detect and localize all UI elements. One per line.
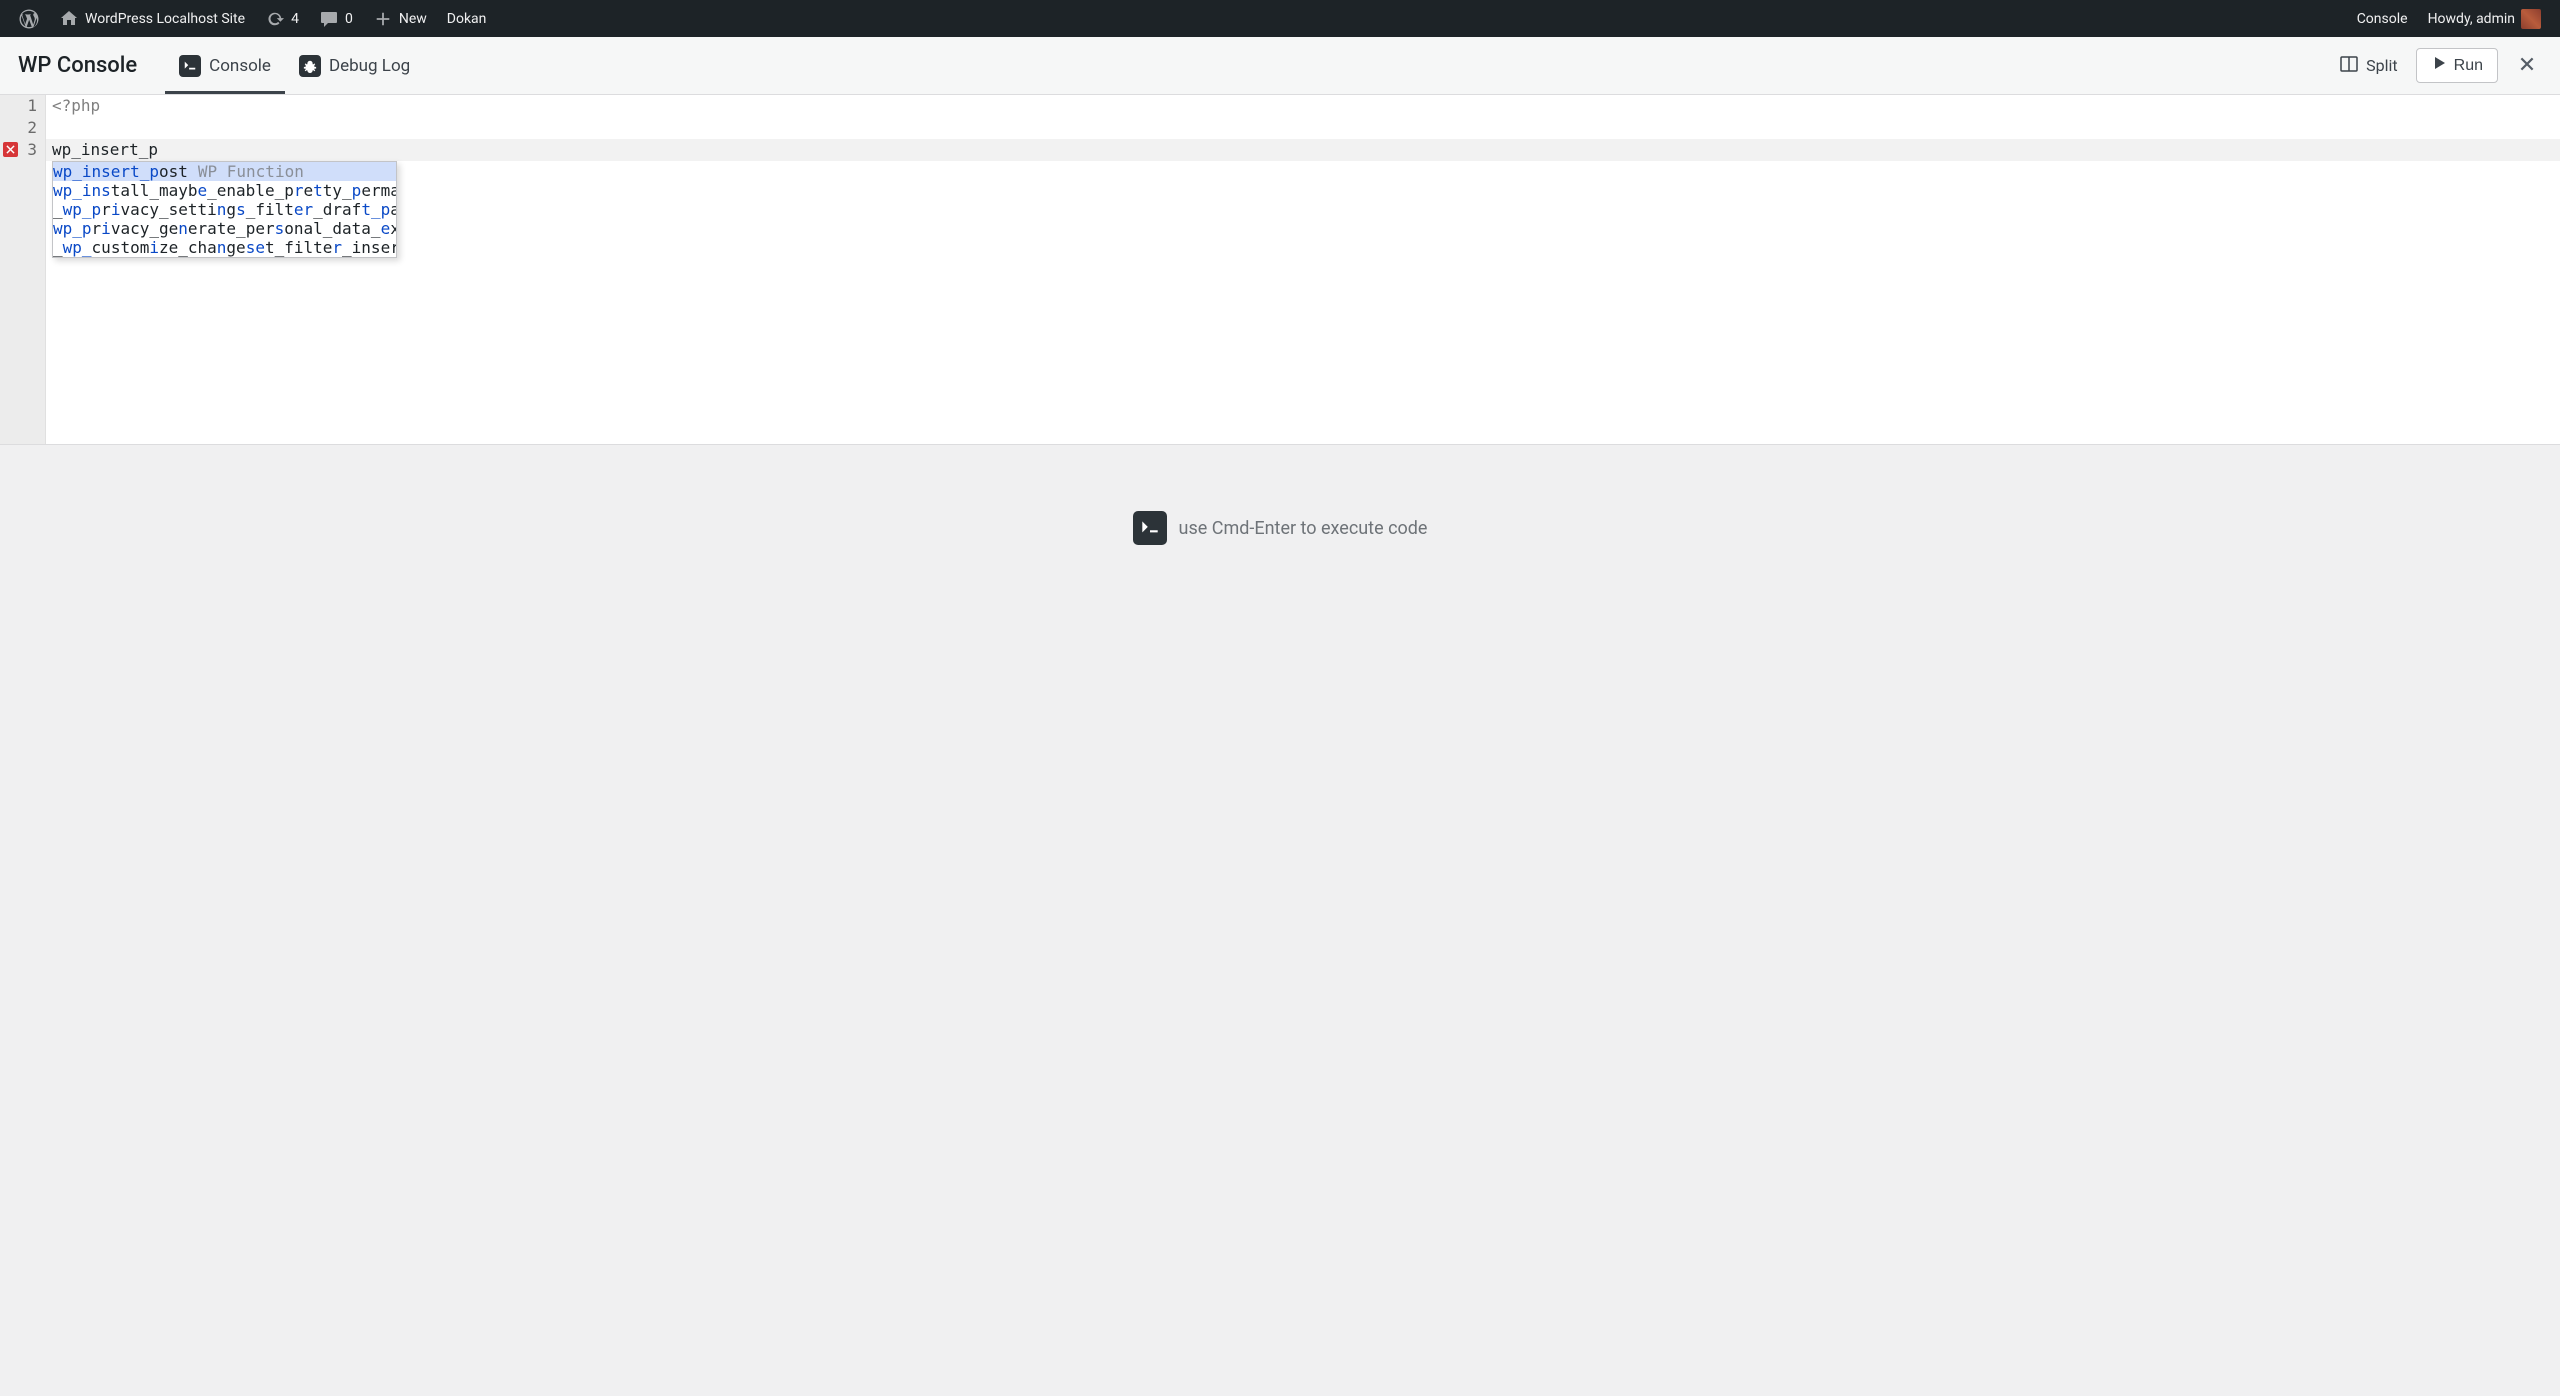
run-label: Run (2454, 57, 2483, 75)
gutter-line: 2 (0, 117, 45, 139)
tab-debug-log[interactable]: Debug Log (285, 41, 424, 94)
autocomplete-item[interactable]: wp_privacy_generate_personal_data_export… (53, 219, 396, 238)
code-line: <?php (46, 95, 2560, 117)
comments-count: 0 (345, 11, 353, 27)
play-icon (2431, 55, 2447, 76)
terminal-prompt-icon (1133, 511, 1167, 545)
app-title: WP Console (0, 53, 165, 78)
adminbar-right: Console Howdy, admin (2348, 0, 2550, 37)
split-label: Split (2366, 56, 2398, 75)
tab-console[interactable]: Console (165, 41, 285, 94)
console-header: WP Console Console Debug Log Split (0, 37, 2560, 95)
site-name: WordPress Localhost Site (85, 11, 245, 27)
output-hint-text: use Cmd-Enter to execute code (1179, 518, 1428, 539)
code-area[interactable]: <?php wp_insert_p (46, 95, 2560, 444)
terminal-icon (179, 55, 201, 77)
console-link-label: Console (2357, 11, 2408, 27)
wp-logo-menu[interactable] (10, 0, 48, 37)
avatar (2521, 9, 2541, 29)
autocomplete-item[interactable]: _wp_privacy_settings_filter_draft_page_t… (53, 200, 396, 219)
gutter-line: 3 (0, 139, 45, 161)
autocomplete-item[interactable]: wp_install_maybe_enable_pretty_permalink… (53, 181, 396, 200)
my-account[interactable]: Howdy, admin (2419, 0, 2550, 37)
dokan-menu[interactable]: Dokan (438, 0, 496, 37)
close-icon (2518, 58, 2536, 77)
gutter-line: 1 (0, 95, 45, 117)
wordpress-logo-icon (19, 9, 39, 29)
gutter-line-number: 3 (27, 140, 37, 159)
tab-debug-label: Debug Log (329, 56, 410, 76)
console-header-left: WP Console Console Debug Log (0, 37, 424, 94)
code-editor[interactable]: 1 2 3 <?php wp_insert_p wp_insert_postWP… (0, 95, 2560, 445)
comment-icon (319, 9, 339, 29)
plus-icon (373, 9, 393, 29)
close-button[interactable] (2512, 49, 2542, 83)
editor-gutter: 1 2 3 (0, 95, 46, 444)
code-line-active: wp_insert_p (46, 139, 2560, 161)
split-button[interactable]: Split (2335, 50, 2402, 82)
wp-admin-bar: WordPress Localhost Site 4 0 New Dokan C… (0, 0, 2560, 37)
code-line (46, 117, 2560, 139)
autocomplete-item[interactable]: wp_insert_postWP Function (53, 162, 396, 181)
new-content-link[interactable]: New (364, 0, 436, 37)
autocomplete-popup[interactable]: wp_insert_postWP Functionwp_install_mayb… (52, 161, 397, 258)
output-hint: use Cmd-Enter to execute code (1133, 511, 1428, 545)
console-quicklink[interactable]: Console (2348, 0, 2417, 37)
updates-count: 4 (291, 11, 299, 27)
new-label: New (399, 11, 427, 27)
updates-link[interactable]: 4 (256, 0, 308, 37)
comments-link[interactable]: 0 (310, 0, 362, 37)
dokan-label: Dokan (447, 11, 487, 27)
console-header-right: Split Run (2335, 48, 2542, 83)
update-icon (265, 9, 285, 29)
output-panel: use Cmd-Enter to execute code (0, 445, 2560, 1396)
run-button[interactable]: Run (2416, 48, 2498, 83)
site-home-link[interactable]: WordPress Localhost Site (50, 0, 254, 37)
split-panel-icon (2339, 54, 2359, 78)
adminbar-left: WordPress Localhost Site 4 0 New Dokan (10, 0, 495, 37)
error-marker-icon[interactable] (3, 142, 18, 157)
greeting-label: Howdy, admin (2428, 11, 2515, 27)
home-icon (59, 9, 79, 29)
tabs: Console Debug Log (165, 37, 424, 94)
bug-icon (299, 55, 321, 77)
tab-console-label: Console (209, 56, 271, 76)
autocomplete-item[interactable]: _wp_customize_changeset_filter_insert_po… (53, 238, 396, 257)
